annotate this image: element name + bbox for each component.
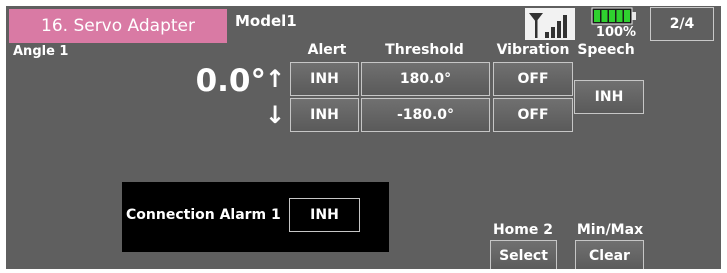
battery-icon [591,7,637,25]
column-header-threshold: Threshold [385,42,464,58]
servo-adapter-screen: 16. Servo Adapter Model1 100% 2/4 Angle … [6,6,721,269]
column-header-alert: Alert [307,42,347,58]
up-arrow-icon: ↑ [265,65,286,93]
alert-lower-button[interactable]: INH [290,98,359,132]
vibration-lower-button[interactable]: OFF [493,98,573,132]
screen-title-tab[interactable]: 16. Servo Adapter [9,9,227,43]
alert-upper-button[interactable]: INH [290,62,359,96]
threshold-upper-button[interactable]: 180.0° [361,62,490,96]
down-arrow-icon: ↓ [265,101,286,129]
column-header-vibration: Vibration [496,42,570,58]
select-button[interactable]: Select [490,240,557,269]
battery-percent: 100% [595,25,637,40]
connection-alarm-button[interactable]: INH [289,198,360,232]
model-name: Model1 [235,12,297,30]
page-indicator-button[interactable]: 2/4 [650,7,714,41]
signal-strength-icon [525,8,575,40]
threshold-lower-button[interactable]: -180.0° [361,98,490,132]
home-label: Home 2 [492,222,554,238]
clear-button[interactable]: Clear [575,240,644,269]
speech-button[interactable]: INH [574,80,644,114]
minmax-label: Min/Max [576,222,644,238]
vibration-upper-button[interactable]: OFF [493,62,573,96]
angle-value: 0.0° [195,63,266,99]
connection-alarm-label: Connection Alarm 1 [126,207,281,223]
column-header-speech: Speech [577,42,635,58]
channel-label: Angle 1 [13,44,69,59]
